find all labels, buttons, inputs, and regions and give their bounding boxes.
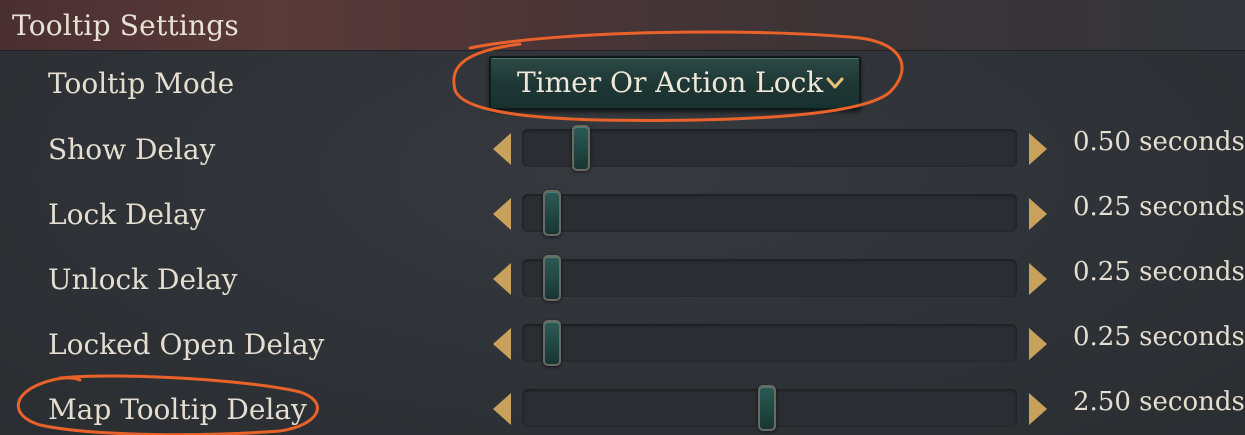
slider-row-lock-delay: Lock Delay 0.25 seconds	[0, 180, 1245, 240]
slider-label: Map Tooltip Delay	[48, 393, 307, 426]
slider-label: Unlock Delay	[48, 263, 238, 296]
slider-track[interactable]	[522, 320, 1017, 366]
slider-value: 0.25 seconds	[1073, 257, 1245, 287]
slider-value: 2.50 seconds	[1073, 387, 1245, 417]
arrow-right-icon[interactable]	[1027, 132, 1049, 166]
arrow-left-icon[interactable]	[491, 327, 513, 361]
slider-label: Lock Delay	[48, 198, 206, 231]
slider-track[interactable]	[522, 125, 1017, 171]
slider-row-locked-open-delay: Locked Open Delay 0.25 seconds	[0, 310, 1245, 370]
arrow-right-icon[interactable]	[1027, 327, 1049, 361]
tooltip-mode-selected-value: Timer Or Action Lock	[517, 66, 824, 99]
arrow-right-icon[interactable]	[1027, 392, 1049, 426]
tooltip-mode-label: Tooltip Mode	[48, 67, 235, 100]
slider-row-map-tooltip-delay: Map Tooltip Delay 2.50 seconds	[0, 375, 1245, 435]
slider-row-unlock-delay: Unlock Delay 0.25 seconds	[0, 245, 1245, 305]
slider-value: 0.50 seconds	[1073, 127, 1245, 157]
arrow-left-icon[interactable]	[491, 392, 513, 426]
section-title: Tooltip Settings	[12, 9, 239, 42]
slider-label: Show Delay	[48, 133, 216, 166]
chevron-down-icon	[826, 77, 844, 89]
arrow-right-icon[interactable]	[1027, 197, 1049, 231]
slider-label: Locked Open Delay	[48, 328, 325, 361]
slider-thumb[interactable]	[542, 320, 561, 366]
slider-value: 0.25 seconds	[1073, 192, 1245, 222]
slider-thumb[interactable]	[758, 385, 777, 431]
section-header: Tooltip Settings	[0, 0, 1245, 51]
slider-track[interactable]	[522, 190, 1017, 236]
slider-value: 0.25 seconds	[1073, 322, 1245, 352]
arrow-left-icon[interactable]	[491, 197, 513, 231]
slider-thumb[interactable]	[542, 190, 561, 236]
slider-row-show-delay: Show Delay 0.50 seconds	[0, 115, 1245, 175]
slider-track[interactable]	[522, 385, 1017, 431]
arrow-left-icon[interactable]	[491, 262, 513, 296]
slider-thumb[interactable]	[572, 125, 591, 171]
arrow-left-icon[interactable]	[491, 132, 513, 166]
slider-thumb[interactable]	[542, 255, 561, 301]
tooltip-mode-dropdown[interactable]: Timer Or Action Lock	[489, 56, 861, 110]
arrow-right-icon[interactable]	[1027, 262, 1049, 296]
slider-track[interactable]	[522, 255, 1017, 301]
